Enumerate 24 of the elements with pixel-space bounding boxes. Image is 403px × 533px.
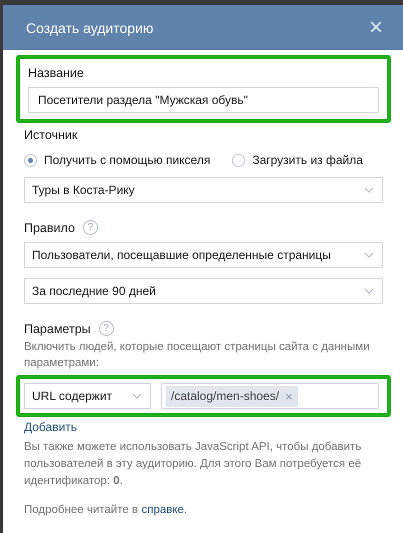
name-label: Название [28, 66, 84, 80]
add-link[interactable]: Добавить [24, 420, 383, 434]
rule-select[interactable]: За последние 90 дней [24, 278, 383, 304]
tag-input[interactable]: /catalog/men-shoes/ × [161, 383, 379, 409]
radio-label: Загрузить из файла [252, 153, 363, 167]
chevron-down-icon [132, 393, 142, 399]
chevron-down-icon [364, 288, 374, 294]
more-info-text: Подробнее читайте в [24, 504, 138, 516]
chevron-down-icon [364, 252, 374, 258]
radio-option[interactable]: Загрузить из файла [232, 153, 363, 167]
params-description: Включить людей, которые посещают страницы сайта с данными параметрами: [24, 340, 371, 371]
params-label: Параметры [24, 322, 91, 336]
name-input[interactable]: Посетители раздела "Мужская обувь" [28, 87, 379, 113]
rule-select[interactable]: Пользователи, посещавшие определенные страницы [24, 242, 383, 268]
tag-text: /catalog/men-shoes/ [171, 389, 280, 403]
source-label: Источник [24, 128, 78, 142]
info-text: Вы также можете использовать JavaScript API, чтобы добавить пользователей в эту аудиторию. Для этого Вам потребуется её идентификатор: 0. [24, 440, 362, 489]
pixel-select[interactable]: Туры в Коста-Рику [24, 177, 383, 203]
dialog-title: Создать аудиторию [26, 20, 154, 36]
chevron-down-icon [364, 187, 374, 193]
condition-select[interactable]: URL содержит [24, 383, 151, 409]
help-link[interactable]: справке [141, 504, 184, 516]
rule-label: Правило [24, 220, 75, 234]
more-info-period: . [184, 504, 188, 516]
